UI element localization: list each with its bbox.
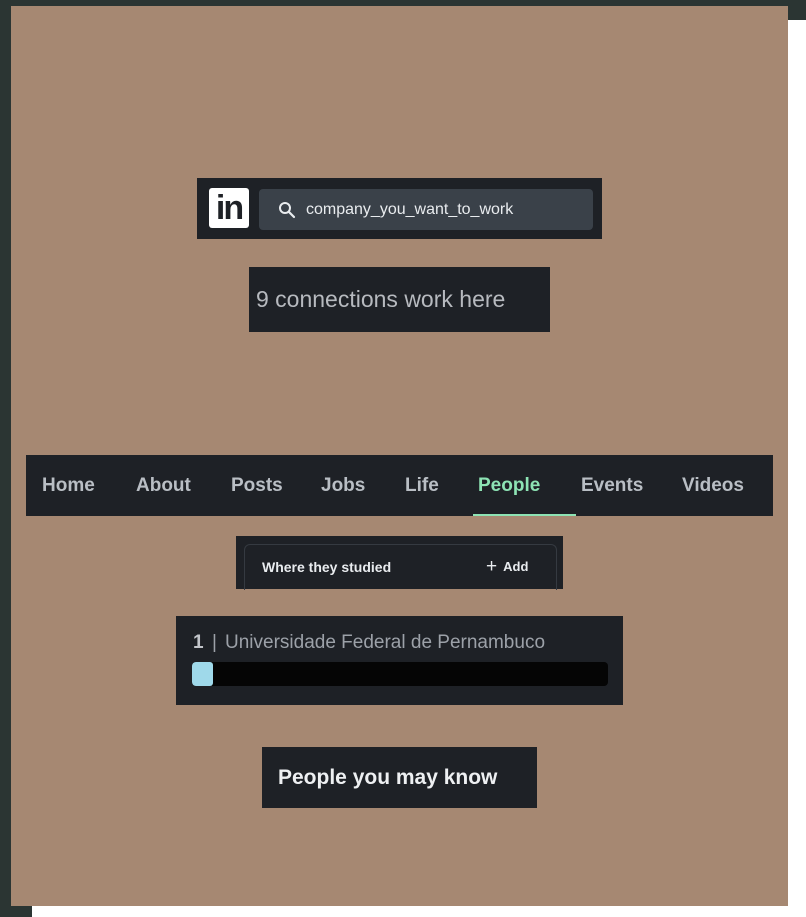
school-member-count: 1 [193,632,204,653]
tab-about[interactable]: About [136,455,191,516]
tab-home[interactable]: Home [42,455,95,516]
company-nav: Home About Posts Jobs Life People Events… [26,455,773,516]
school-row[interactable]: 1 | Universidade Federal de Pernambuco [176,616,623,705]
people-you-may-know-panel: People you may know [262,747,537,808]
where-they-studied-header: Where they studied + Add [236,536,563,590]
top-bar: in company_you_want_to_work [197,178,602,239]
tab-posts[interactable]: Posts [231,455,283,516]
tab-videos[interactable]: Videos [682,455,744,516]
search-input[interactable]: company_you_want_to_work [259,189,593,230]
search-icon [279,202,296,219]
people-you-may-know-heading: People you may know [278,766,498,789]
tab-jobs[interactable]: Jobs [321,455,365,516]
search-input-value: company_you_want_to_work [306,201,514,218]
school-separator: | [212,632,217,653]
tab-life[interactable]: Life [405,455,439,516]
tab-people[interactable]: People [478,455,540,516]
plus-icon: + [486,556,498,577]
where-they-studied-label: Where they studied [262,559,392,575]
school-name[interactable]: Universidade Federal de Pernambuco [225,632,545,654]
school-progress-fill [192,662,213,686]
connections-count-text[interactable]: 9 connections work here [249,267,550,332]
content-card: in company_you_want_to_work 9 connection… [11,6,788,906]
school-progress-bar [192,662,608,686]
tab-events[interactable]: Events [581,455,643,516]
active-tab-indicator [473,514,576,516]
add-button-label: Add [503,559,529,574]
linkedin-logo[interactable]: in [209,188,249,228]
connections-panel: 9 connections work here [249,267,550,332]
add-button[interactable]: + Add [486,536,528,598]
